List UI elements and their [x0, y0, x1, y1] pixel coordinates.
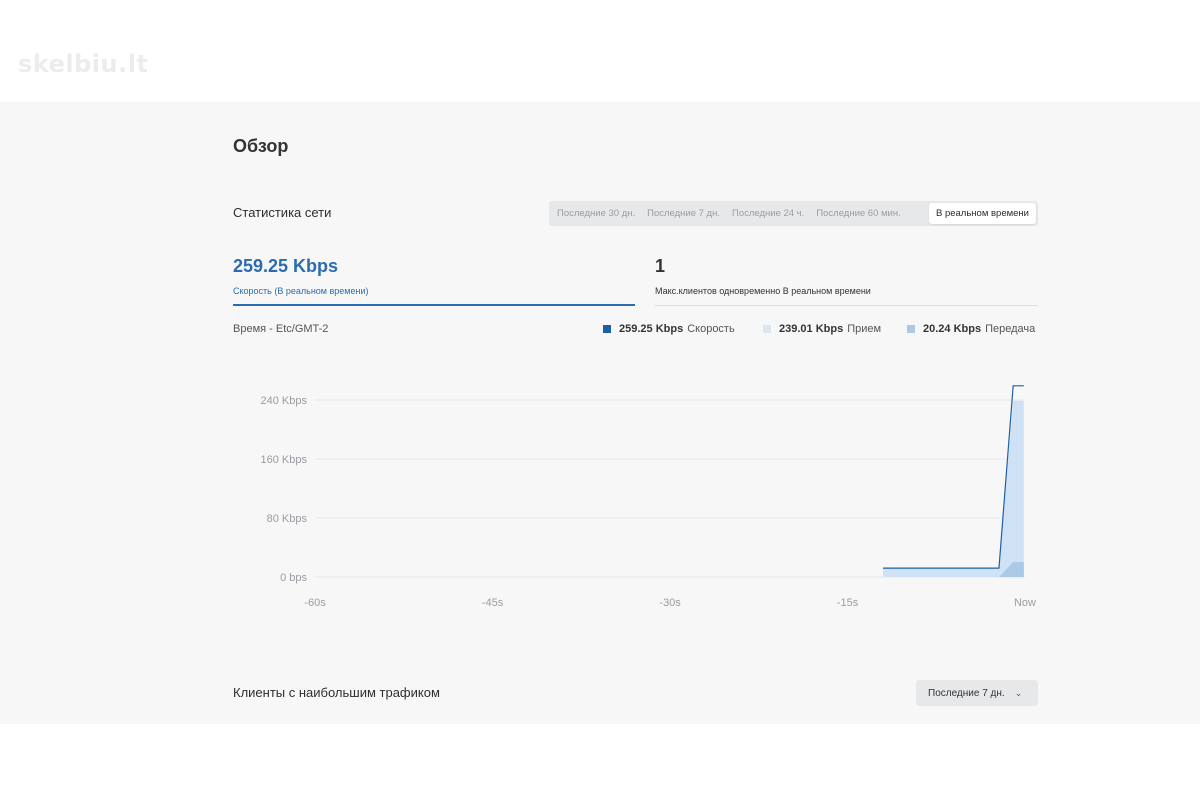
traffic-chart: 0 bps 80 Kbps 160 Kbps 240 Kbps -60s -45s -30s…: [261, 385, 1036, 609]
y-tick-label: 240 Kbps: [261, 395, 308, 407]
x-tick-label: -15s: [837, 597, 859, 609]
x-tick-label: -60s: [304, 597, 326, 609]
top-clients-title: Клиенты с наибольшим трафиком: [233, 685, 440, 700]
chevron-down-icon: ⌄: [1014, 687, 1023, 698]
dropdown-value: Последние 7 дн.: [928, 687, 1005, 699]
top-clients-range-dropdown[interactable]: Последние 7 дн. ⌄: [916, 680, 1038, 706]
x-tick-label: -30s: [659, 597, 681, 609]
y-tick-label: 160 Kbps: [261, 454, 308, 466]
series-area-receive: [883, 400, 1024, 577]
x-tick-label: Now: [1014, 597, 1036, 609]
y-tick-label: 0 bps: [280, 572, 307, 584]
x-tick-label: -45s: [482, 597, 504, 609]
y-tick-label: 80 Kbps: [267, 513, 308, 525]
